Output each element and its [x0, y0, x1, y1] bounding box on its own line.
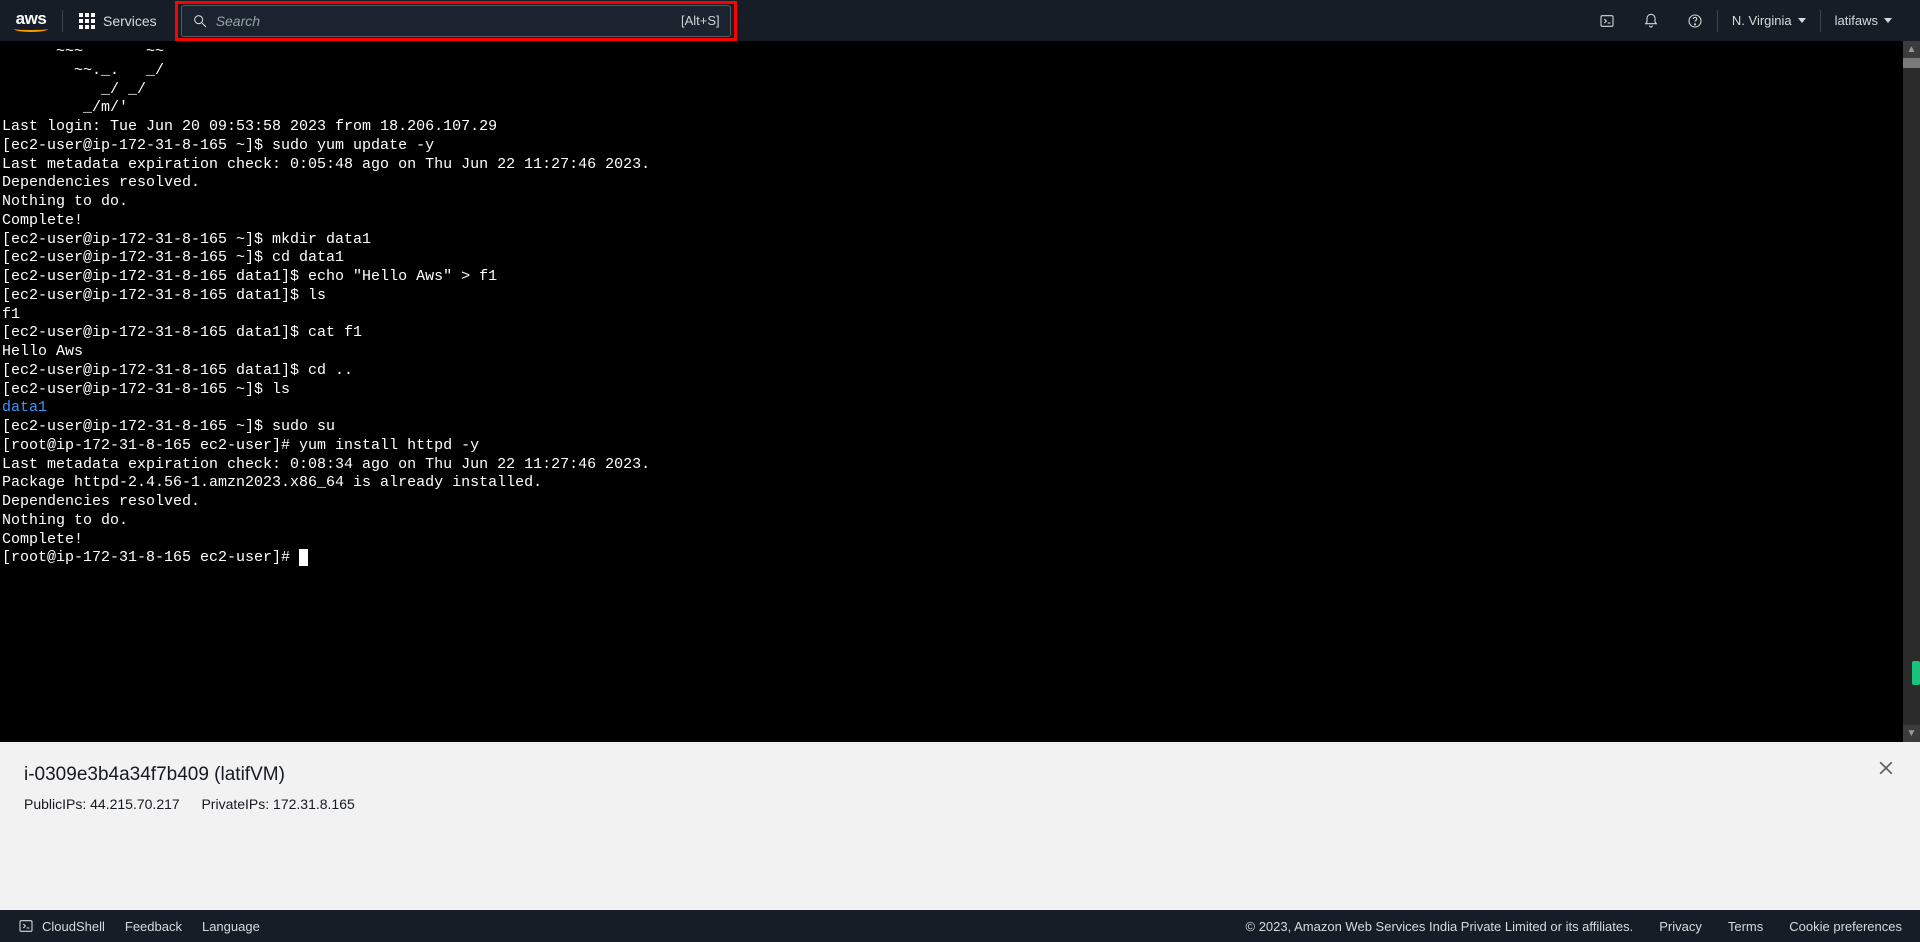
region-selector[interactable]: N. Virginia: [1718, 0, 1820, 41]
instance-title: i-0309e3b4a34f7b409 (latifVM): [24, 764, 1896, 786]
terminal-panel[interactable]: ~~~ ~~ ~~._. _/ _/ _/ _/m/' Last login: …: [0, 41, 1920, 742]
scroll-up-icon[interactable]: ▲: [1903, 41, 1920, 58]
account-menu[interactable]: latifaws: [1821, 0, 1906, 41]
language-link[interactable]: Language: [202, 919, 260, 934]
terminal-icon: [18, 918, 34, 934]
feedback-link[interactable]: Feedback: [125, 919, 182, 934]
bell-icon: [1643, 13, 1659, 29]
help-button[interactable]: [1673, 0, 1717, 41]
top-nav: aws Services [Alt+S] N. Virginia latifaw…: [0, 0, 1920, 41]
services-button[interactable]: Services: [63, 0, 173, 41]
scroll-down-icon[interactable]: ▼: [1903, 725, 1920, 742]
copyright-text: © 2023, Amazon Web Services India Privat…: [1246, 919, 1634, 934]
vertical-scrollbar[interactable]: ▲ ▼: [1903, 41, 1920, 742]
public-ip-label: PublicIPs:: [24, 796, 86, 812]
aws-logo-text: aws: [16, 10, 47, 27]
search-icon: [192, 13, 208, 29]
search-input[interactable]: [216, 13, 673, 29]
chevron-down-icon: [1798, 18, 1806, 23]
region-label: N. Virginia: [1732, 13, 1792, 28]
services-grid-icon: [79, 13, 95, 29]
close-icon: [1876, 758, 1896, 778]
privacy-link[interactable]: Privacy: [1659, 919, 1702, 934]
notifications-button[interactable]: [1629, 0, 1673, 41]
terminal-icon: [1599, 13, 1615, 29]
terminal-prompt: [root@ip-172-31-8-165 ec2-user]#: [2, 549, 299, 566]
instance-ips: PublicIPs: 44.215.70.217 PrivateIPs: 172…: [24, 796, 1896, 812]
cloudshell-top-icon[interactable]: [1585, 0, 1629, 41]
terms-link[interactable]: Terms: [1728, 919, 1763, 934]
terminal-output[interactable]: ~~~ ~~ ~~._. _/ _/ _/ _/m/' Last login: …: [0, 41, 1920, 570]
chevron-down-icon: [1884, 18, 1892, 23]
public-ip-value: 44.215.70.217: [90, 796, 180, 812]
aws-logo[interactable]: aws: [14, 10, 62, 32]
close-button[interactable]: [1876, 758, 1896, 783]
private-ip-value: 172.31.8.165: [273, 796, 355, 812]
bottom-bar: CloudShell Feedback Language © 2023, Ama…: [0, 910, 1920, 942]
cloudshell-label: CloudShell: [42, 919, 105, 934]
account-label: latifaws: [1835, 13, 1878, 28]
search-wrapper: [Alt+S]: [181, 5, 731, 37]
search-box[interactable]: [Alt+S]: [181, 5, 731, 37]
search-shortcut-hint: [Alt+S]: [681, 13, 720, 28]
cookie-preferences-link[interactable]: Cookie preferences: [1789, 919, 1902, 934]
scroll-indicator[interactable]: [1912, 661, 1920, 685]
terminal-dir-output: data1: [2, 399, 47, 416]
private-ip-label: PrivateIPs:: [201, 796, 269, 812]
scroll-track[interactable]: [1903, 58, 1920, 725]
aws-smile-icon: [14, 26, 48, 32]
scroll-thumb[interactable]: [1903, 58, 1920, 68]
cloudshell-button[interactable]: CloudShell: [18, 918, 105, 934]
services-label: Services: [103, 13, 157, 29]
instance-info-panel: i-0309e3b4a34f7b409 (latifVM) PublicIPs:…: [0, 742, 1920, 910]
terminal-cursor: [299, 549, 308, 566]
help-icon: [1687, 13, 1703, 29]
